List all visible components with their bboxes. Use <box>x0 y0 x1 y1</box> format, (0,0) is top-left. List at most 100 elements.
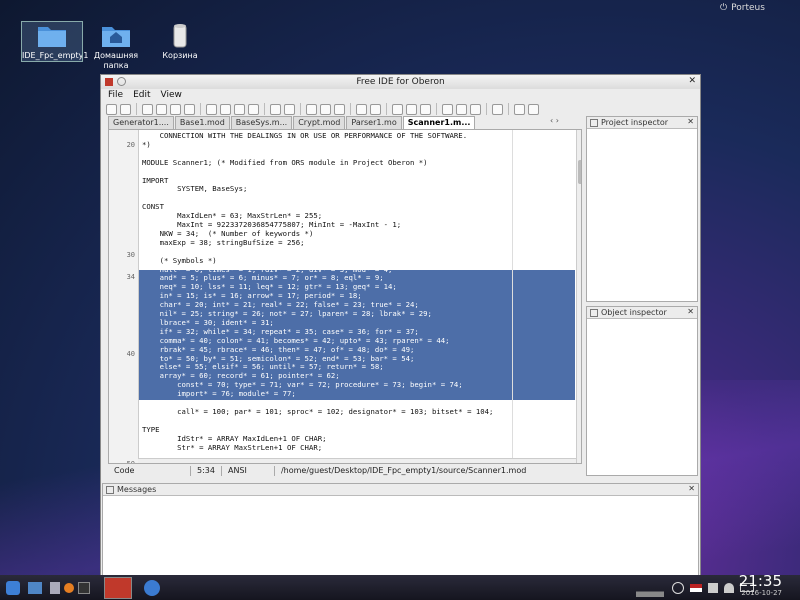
line-number: 20 <box>126 141 135 149</box>
tab-scroll-arrows[interactable]: ‹ › <box>550 116 559 125</box>
code-editor[interactable]: 20 30 34 40 50 CONNECTION WITH THE DEALI… <box>108 129 582 464</box>
cut-icon[interactable] <box>206 103 217 115</box>
object-inspector-title: Object inspector <box>601 308 667 317</box>
cpu-monitor-icon <box>636 578 664 597</box>
menu-edit[interactable]: Edit <box>133 90 150 100</box>
tab-generator1[interactable]: Generator1.... <box>108 116 174 129</box>
redo-icon[interactable] <box>284 103 295 115</box>
app-icon <box>105 77 113 86</box>
step-icon[interactable] <box>470 103 481 115</box>
status-mode: Code <box>108 466 191 476</box>
settings-icon[interactable] <box>392 103 403 115</box>
tab-crypt[interactable]: Crypt.mod <box>293 116 346 129</box>
desktop-icon-label: Домашняя папка <box>93 51 139 70</box>
line-number-gutter: 20 30 34 40 50 <box>109 130 139 463</box>
file-tabs: Generator1.... Base1.mod BaseSys.m... Cr… <box>108 116 476 129</box>
browser-icon[interactable] <box>64 582 74 593</box>
toolbar-separator <box>508 103 509 115</box>
close-all-icon[interactable] <box>184 103 195 115</box>
desktop-icon-trash[interactable]: Корзина <box>150 22 210 61</box>
delete-icon[interactable] <box>248 103 259 115</box>
build-icon[interactable] <box>406 103 417 115</box>
status-bar: Code 5:34 ANSI /home/guest/Desktop/IDE_F… <box>108 465 582 477</box>
status-file-path: /home/guest/Desktop/IDE_Fpc_empty1/sourc… <box>280 466 527 475</box>
desktop-icon-project-folder[interactable]: IDE_Fpc_empty1 <box>21 21 88 62</box>
clock[interactable]: 21:35 2016-10-27 <box>739 573 782 597</box>
trash-icon <box>165 22 195 48</box>
line-number: 50 <box>126 460 135 464</box>
run-icon[interactable] <box>442 103 453 115</box>
wifi-icon[interactable] <box>724 582 734 593</box>
open-file-icon[interactable] <box>120 103 131 115</box>
vertical-scrollbar[interactable] <box>576 130 581 463</box>
file-manager-icon[interactable] <box>50 581 60 594</box>
network-icon[interactable] <box>514 103 525 115</box>
desktop-icon-home-folder[interactable]: Домашняя папка <box>86 22 146 71</box>
right-margin-guide <box>512 130 513 463</box>
menu-file[interactable]: File <box>108 90 123 100</box>
code-line: *) <box>142 139 151 149</box>
toolbar-separator <box>486 103 487 115</box>
undo-icon[interactable] <box>270 103 281 115</box>
unindent-icon[interactable] <box>370 103 381 115</box>
code-line: Str* = ARRAY MaxStrLen+1 OF CHAR; <box>142 442 323 452</box>
panel-icon <box>106 485 114 494</box>
desktop-icon-label: Корзина <box>162 51 198 60</box>
help-tray-icon[interactable] <box>672 581 684 594</box>
project-inspector-header: Project inspector ✕ <box>587 117 697 129</box>
tab-basesys[interactable]: BaseSys.m... <box>230 116 293 129</box>
find-prev-icon[interactable] <box>334 103 345 115</box>
menu-view[interactable]: View <box>161 90 182 100</box>
code-line: CONNECTION WITH THE DEALINGS IN OR USE O… <box>142 131 468 140</box>
panel-icon <box>590 118 598 127</box>
line-number: 30 <box>126 251 135 259</box>
tab-scanner1[interactable]: Scanner1.m... <box>402 116 476 129</box>
tab-parser1[interactable]: Parser1.mo <box>346 116 402 129</box>
close-icon[interactable]: ✕ <box>688 484 695 493</box>
code-line: MODULE Scanner1; (* Modified from ORS mo… <box>142 157 428 167</box>
indent-icon[interactable] <box>356 103 367 115</box>
panel-icon <box>590 308 598 317</box>
copy-icon[interactable] <box>220 103 231 115</box>
terminal-icon[interactable] <box>78 581 90 594</box>
tab-base1[interactable]: Base1.mod <box>174 116 230 129</box>
clock-time: 21:35 <box>738 572 782 590</box>
close-icon[interactable]: ✕ <box>688 76 696 86</box>
object-inspector-header: Object inspector ✕ <box>587 307 697 319</box>
help-icon[interactable] <box>528 103 539 115</box>
scrollbar-thumb[interactable] <box>578 160 581 184</box>
top-user-indicator[interactable]: ⏻ Porteus <box>720 0 800 16</box>
toolbar-separator <box>200 103 201 115</box>
save-all-icon[interactable] <box>156 103 167 115</box>
find-next-icon[interactable] <box>320 103 331 115</box>
keyboard-layout-flag-icon[interactable] <box>690 583 702 592</box>
paste-icon[interactable] <box>234 103 245 115</box>
tools-icon[interactable] <box>420 103 431 115</box>
code-line: maxExp = 38; stringBufSize = 256; <box>142 237 305 247</box>
toolbar-separator <box>436 103 437 115</box>
system-settings-icon[interactable] <box>144 579 160 596</box>
show-desktop-icon[interactable] <box>28 581 42 594</box>
desktop-icon-label: IDE_Fpc_empty1 <box>22 51 89 60</box>
new-file-icon[interactable] <box>106 103 117 115</box>
horizontal-scrollbar[interactable] <box>138 458 576 463</box>
monitor-icon[interactable] <box>456 103 467 115</box>
toolbar-separator <box>264 103 265 115</box>
messages-title: Messages <box>117 485 157 494</box>
object-inspector-panel: Object inspector ✕ <box>586 306 698 476</box>
window-menu-icon[interactable] <box>117 77 126 86</box>
clock-date: 2016-10-27 <box>741 589 782 597</box>
messages-panel: Messages ✕ <box>102 483 699 589</box>
messages-header: Messages ✕ <box>103 484 698 496</box>
volume-icon[interactable] <box>708 582 718 593</box>
print-icon[interactable] <box>492 103 503 115</box>
find-icon[interactable] <box>306 103 317 115</box>
ide-task-button[interactable] <box>104 576 132 599</box>
start-menu-icon[interactable] <box>6 580 20 595</box>
project-inspector-panel: Project inspector ✕ <box>586 116 698 302</box>
close-icon[interactable]: ✕ <box>687 117 694 126</box>
close-icon[interactable]: ✕ <box>687 307 694 316</box>
title-bar[interactable]: Free IDE for Oberon ✕ <box>101 75 700 89</box>
save-icon[interactable] <box>142 103 153 115</box>
close-file-icon[interactable] <box>170 103 181 115</box>
